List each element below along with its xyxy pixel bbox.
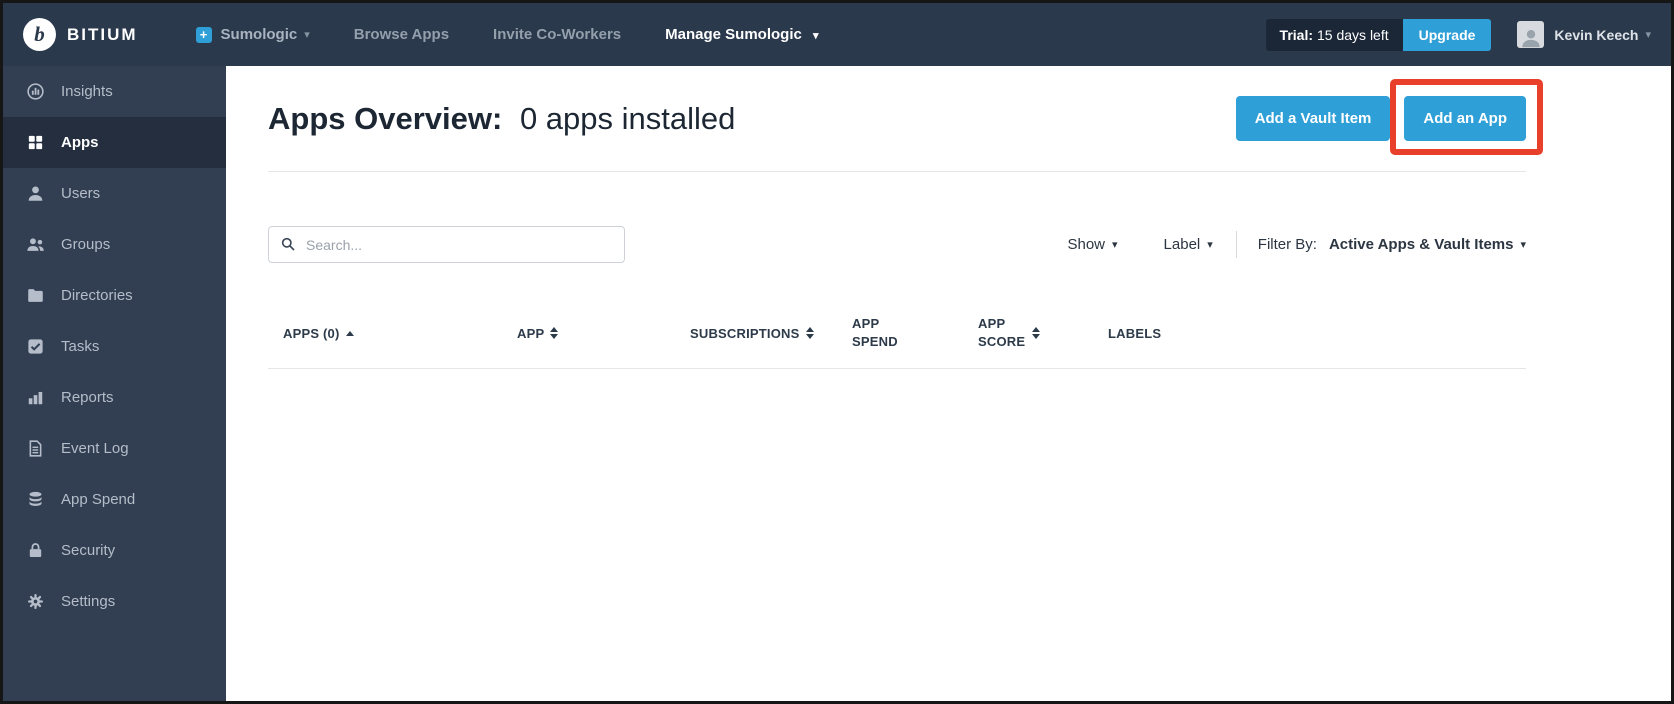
sort-both-icon xyxy=(1032,327,1040,339)
trial-badge: Trial: 15 days left xyxy=(1266,19,1403,51)
sidebar-item-security[interactable]: Security xyxy=(3,525,226,576)
chevron-down-icon: ▾ xyxy=(1520,238,1526,251)
column-label: LABELS xyxy=(1108,326,1161,341)
sidebar-item-app-spend[interactable]: App Spend xyxy=(3,474,226,525)
nav-manage-label: Manage Sumologic xyxy=(665,26,802,43)
page-title-count: 0 apps installed xyxy=(520,101,735,136)
checkbox-check-icon xyxy=(24,337,46,356)
sidebar-item-label: Event Log xyxy=(61,440,129,457)
column-header-subscriptions[interactable]: SUBSCRIPTIONS xyxy=(690,326,852,341)
vertical-divider xyxy=(1236,231,1237,258)
sidebar-item-label: Security xyxy=(61,542,115,559)
user-menu[interactable]: Kevin Keech ▾ xyxy=(1517,21,1651,48)
sidebar-item-label: Settings xyxy=(61,593,115,610)
column-header-app[interactable]: APP xyxy=(517,326,690,341)
sidebar-item-label: Apps xyxy=(61,134,99,151)
sidebar-item-insights[interactable]: Insights xyxy=(3,66,226,117)
column-header-app-score[interactable]: APP SCORE xyxy=(978,315,1108,351)
chevron-down-icon: ▾ xyxy=(304,28,310,41)
chevron-down-icon: ▾ xyxy=(1207,238,1213,251)
divider xyxy=(268,171,1526,172)
add-an-app-button[interactable]: Add an App xyxy=(1404,96,1526,141)
sidebar-item-label: Groups xyxy=(61,236,110,253)
column-label: APP SCORE xyxy=(978,315,1026,351)
sidebar-item-label: Insights xyxy=(61,83,113,100)
column-header-app-spend: APP SPEND xyxy=(852,315,978,351)
logo-letter: b xyxy=(34,22,45,47)
sort-asc-icon xyxy=(346,331,354,336)
nav-manage-org[interactable]: Manage Sumologic ▾ xyxy=(665,26,818,43)
insights-icon xyxy=(24,82,46,101)
page-title-bold: Apps Overview: xyxy=(268,101,502,136)
sidebar-item-groups[interactable]: Groups xyxy=(3,219,226,270)
search-icon xyxy=(280,236,296,252)
people-icon xyxy=(24,235,46,254)
sidebar-item-label: Tasks xyxy=(61,338,99,355)
add-vault-item-button[interactable]: Add a Vault Item xyxy=(1236,96,1391,141)
upgrade-button[interactable]: Upgrade xyxy=(1403,19,1492,51)
table-header-row: APPS (0) APP SUBSCRIPTIONS APP SPEND xyxy=(268,315,1526,351)
nav-invite-coworkers[interactable]: Invite Co-Workers xyxy=(493,26,621,43)
user-name: Kevin Keech xyxy=(1554,27,1638,43)
nav-browse-apps[interactable]: Browse Apps xyxy=(354,26,449,43)
column-label: SUBSCRIPTIONS xyxy=(690,326,800,341)
apps-grid-icon xyxy=(24,133,46,152)
page-title: Apps Overview: 0 apps installed xyxy=(268,101,735,137)
search-input[interactable] xyxy=(268,226,625,263)
document-icon xyxy=(24,439,46,458)
coins-icon xyxy=(24,490,46,509)
sidebar-item-event-log[interactable]: Event Log xyxy=(3,423,226,474)
chevron-down-icon: ▾ xyxy=(1645,28,1651,41)
column-label: APPS (0) xyxy=(283,326,340,341)
org-name: Sumologic xyxy=(221,26,298,43)
topbar-right: Trial: 15 days left Upgrade Kevin Keech … xyxy=(1266,19,1651,51)
column-label: APP SPEND xyxy=(852,315,900,351)
sidebar-item-label: Directories xyxy=(61,287,133,304)
sort-both-icon xyxy=(550,327,558,339)
filter-by-dropdown[interactable]: Filter By: Active Apps & Vault Items ▾ xyxy=(1258,236,1526,253)
show-label: Show xyxy=(1067,236,1105,253)
sidebar-item-directories[interactable]: Directories xyxy=(3,270,226,321)
bitium-logo-icon[interactable]: b xyxy=(23,18,56,51)
main-panel: Apps Overview: 0 apps installed Add a Va… xyxy=(226,66,1671,701)
label-label: Label xyxy=(1164,236,1201,253)
user-icon xyxy=(24,184,46,203)
column-header-apps[interactable]: APPS (0) xyxy=(283,326,517,341)
show-dropdown[interactable]: Show ▾ xyxy=(1067,236,1117,253)
trial-prefix: Trial: xyxy=(1280,27,1313,43)
sidebar-item-reports[interactable]: Reports xyxy=(3,372,226,423)
label-dropdown[interactable]: Label ▾ xyxy=(1164,236,1213,253)
filter-by-prefix: Filter By: xyxy=(1258,236,1317,253)
plus-badge-icon: + xyxy=(196,27,212,43)
topbar: b BITIUM + Sumologic ▾ Browse Apps Invit… xyxy=(3,3,1671,66)
sidebar: Insights Apps Users Groups xyxy=(3,66,226,701)
app-window: b BITIUM + Sumologic ▾ Browse Apps Invit… xyxy=(0,0,1674,704)
divider xyxy=(268,368,1526,369)
column-label: APP xyxy=(517,326,544,341)
chevron-down-icon: ▾ xyxy=(813,30,819,42)
brand-name[interactable]: BITIUM xyxy=(67,25,138,45)
lock-icon xyxy=(24,541,46,560)
search-box xyxy=(268,226,625,263)
sidebar-item-label: App Spend xyxy=(61,491,135,508)
sidebar-item-label: Users xyxy=(61,185,100,202)
sidebar-item-users[interactable]: Users xyxy=(3,168,226,219)
chevron-down-icon: ▾ xyxy=(1112,238,1118,251)
trial-text: 15 days left xyxy=(1317,27,1389,43)
sort-both-icon xyxy=(806,327,814,339)
sidebar-item-apps[interactable]: Apps xyxy=(3,117,226,168)
folder-icon xyxy=(24,286,46,305)
sidebar-item-settings[interactable]: Settings xyxy=(3,576,226,627)
sidebar-item-tasks[interactable]: Tasks xyxy=(3,321,226,372)
filter-by-value: Active Apps & Vault Items xyxy=(1329,236,1514,253)
bar-chart-icon xyxy=(24,388,46,407)
gear-icon xyxy=(24,592,46,611)
column-header-labels: LABELS xyxy=(1108,326,1526,341)
sidebar-item-label: Reports xyxy=(61,389,114,406)
org-switcher[interactable]: + Sumologic ▾ xyxy=(196,26,310,43)
avatar xyxy=(1517,21,1544,48)
